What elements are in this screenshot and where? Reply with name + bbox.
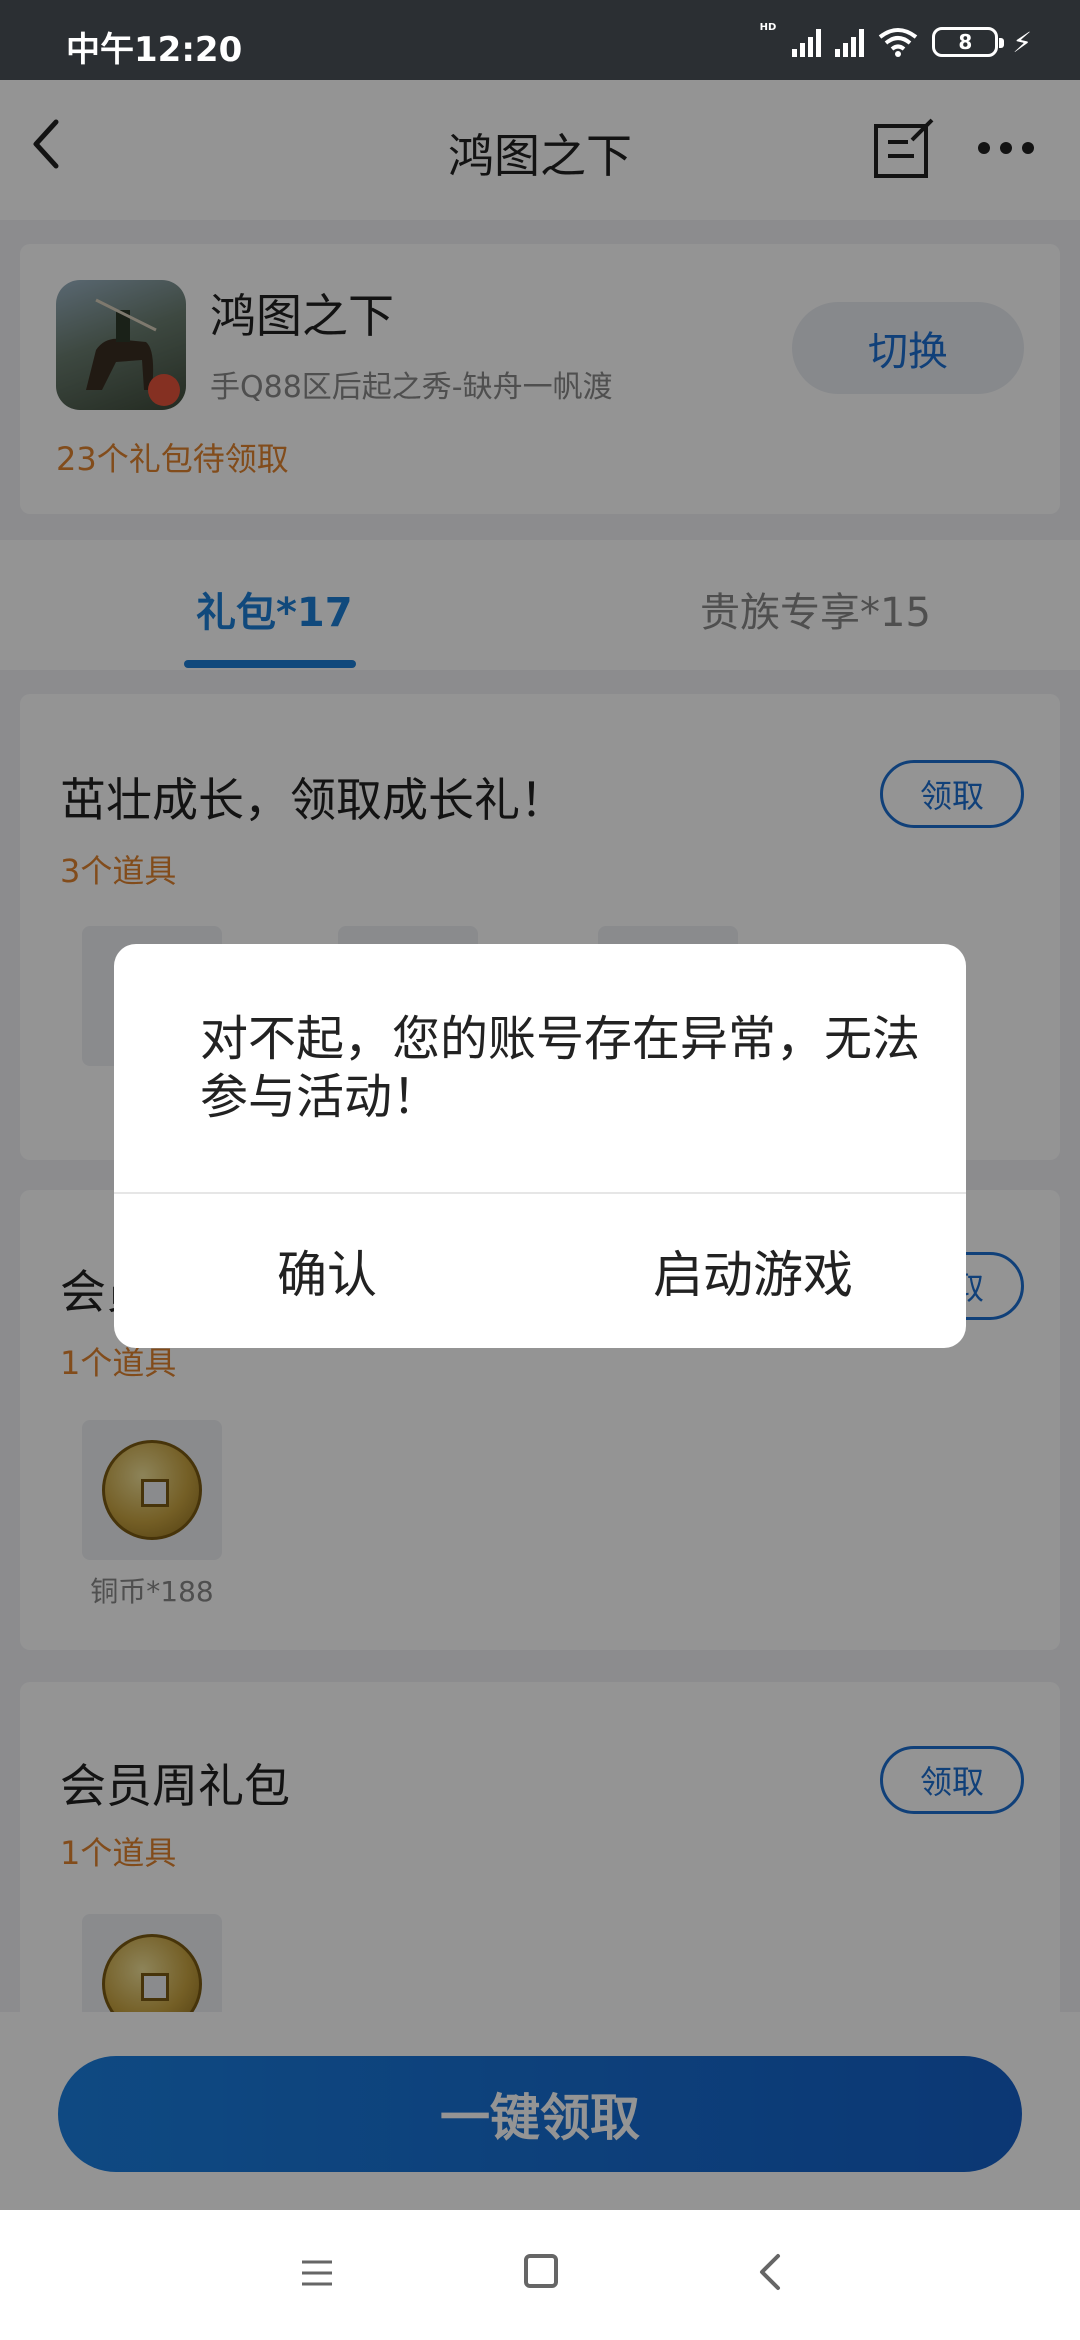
wifi-icon	[879, 28, 918, 57]
alert-dialog: 对不起，您的账号存在异常，无法参与活动！ 确认 启动游戏	[114, 944, 966, 1348]
charging-icon: ⚡	[1012, 25, 1032, 59]
status-time: 中午12:20	[66, 30, 243, 70]
system-nav-bar	[0, 2210, 1080, 2340]
hd-label: HD	[759, 22, 777, 33]
battery-level: 8	[958, 30, 973, 54]
start-game-button[interactable]: 启动游戏	[540, 1194, 966, 1348]
battery-icon: 8	[932, 27, 1005, 57]
status-icons: HD 8 ⚡	[760, 22, 1032, 62]
screen: 中午12:20 HD 8 ⚡ 鸿图之下 鸿图之下 手Q88区后起之秀-缺舟一帆渡…	[0, 0, 1080, 2340]
system-back-icon[interactable]	[752, 2252, 792, 2292]
menu-icon[interactable]	[300, 2258, 334, 2288]
home-icon[interactable]	[524, 2254, 558, 2288]
dialog-message: 对不起，您的账号存在异常，无法参与活动！	[200, 1011, 921, 1125]
confirm-button[interactable]: 确认	[114, 1194, 540, 1348]
status-bar: 中午12:20 HD 8 ⚡	[0, 0, 1080, 80]
signal-icon-2	[835, 27, 865, 57]
signal-icon	[792, 27, 822, 57]
